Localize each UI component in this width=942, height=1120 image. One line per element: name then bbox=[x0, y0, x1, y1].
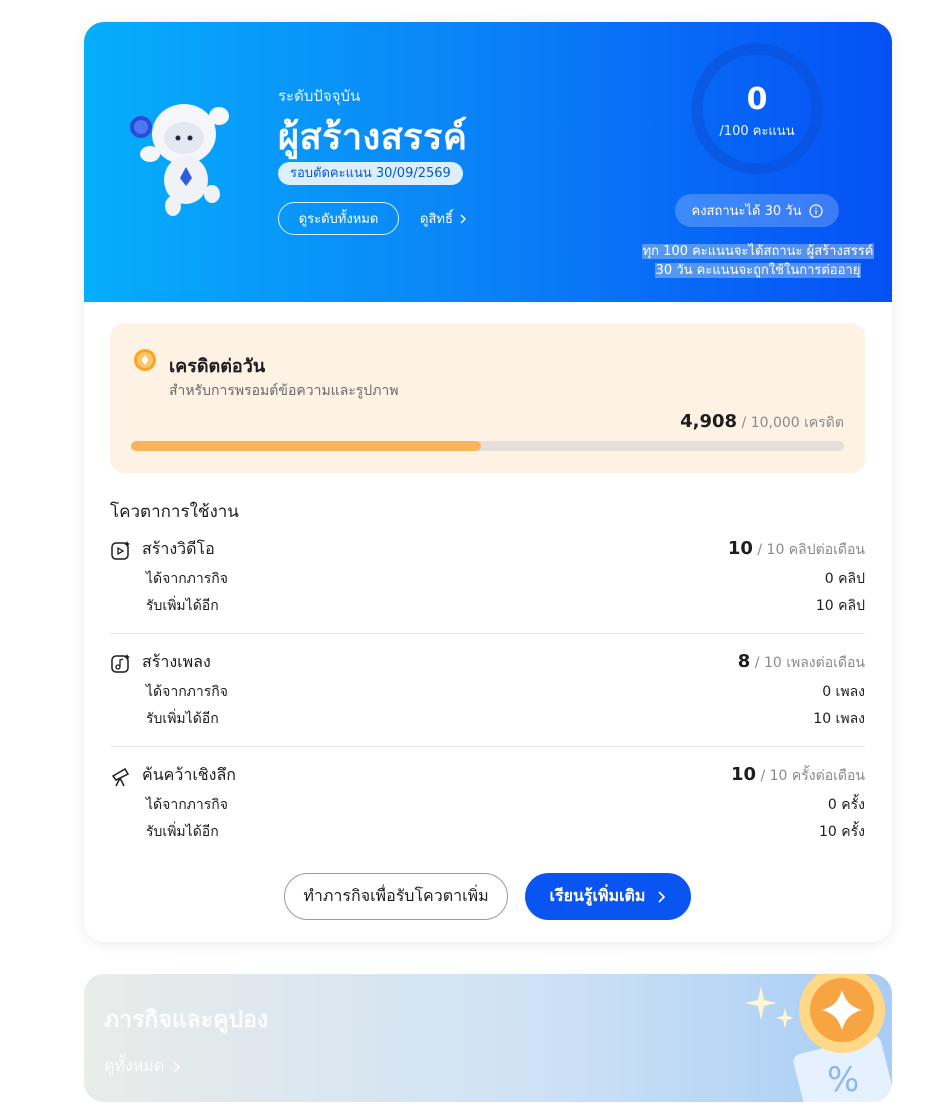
divider bbox=[110, 746, 865, 747]
score-value: 0 bbox=[746, 82, 768, 117]
divider bbox=[110, 633, 865, 634]
svg-text:%: % bbox=[827, 1060, 859, 1100]
membership-card: ระดับปัจจุบัน ผู้สร้างสรรค์ รอบตัดคะแนน … bbox=[84, 22, 892, 942]
missions-card-title: ภารกิจและคูปอง bbox=[104, 1007, 269, 1033]
current-level-label: ระดับปัจจุบัน bbox=[278, 87, 361, 105]
quota-used: 10 bbox=[727, 538, 753, 559]
view-all-levels-button[interactable]: ดูระดับทั้งหมด bbox=[278, 202, 399, 235]
view-rights-link[interactable]: ดูสิทธิ์ bbox=[420, 208, 467, 229]
quota-item-deep-research: ค้นคว้าเชิงลึก 10 / 10 ครั้งต่อเดือน ได้… bbox=[110, 748, 865, 848]
quota-row-from-missions: ได้จากภารกิจ 0 คลิป bbox=[146, 568, 865, 590]
row-value: 10 ครั้ง bbox=[819, 824, 865, 840]
row-label: รับเพิ่มได้อีก bbox=[146, 711, 219, 727]
row-label: ได้จากภารกิจ bbox=[146, 571, 228, 587]
row-value: 0 เพลง bbox=[822, 684, 865, 700]
level-hero: ระดับปัจจุบัน ผู้สร้างสรรค์ รอบตัดคะแนน … bbox=[84, 22, 892, 302]
quota-used: 10 bbox=[730, 764, 757, 785]
quota-row-from-missions: ได้จากภารกิจ 0 ครั้ง bbox=[146, 794, 865, 816]
view-rights-label: ดูสิทธิ์ bbox=[420, 212, 453, 227]
learn-more-button[interactable]: เรียนรู้เพิ่มเติม bbox=[525, 873, 691, 920]
row-value: 10 คลิป bbox=[815, 598, 865, 614]
credit-title: เครดิตต่อวัน bbox=[169, 356, 266, 377]
row-label: ได้จากภารกิจ bbox=[146, 684, 228, 700]
keep-status-badge[interactable]: คงสถานะได้ 30 วัน bbox=[675, 194, 839, 227]
quota-row-remaining: รับเพิ่มได้อีก 10 คลิป bbox=[146, 595, 865, 617]
coupon-illustration: % bbox=[745, 974, 892, 1102]
quota-row-from-missions: ได้จากภารกิจ 0 เพลง bbox=[146, 681, 865, 703]
missions-coupons-card[interactable]: ภารกิจและคูปอง ดูทั้งหมด % bbox=[84, 974, 892, 1102]
learn-more-label: เรียนรู้เพิ่มเติม bbox=[549, 886, 646, 905]
quota-name: ค้นคว้าเชิงลึก bbox=[142, 765, 236, 784]
daily-credit-panel: เครดิตต่อวัน สำหรับการพรอมต์ข้อความและรู… bbox=[110, 323, 865, 473]
credit-limit: / 10,000 เครดิต bbox=[741, 415, 844, 431]
quota-total: 10 / 10 คลิปต่อเดือน bbox=[728, 538, 865, 561]
status-note-line1: ทุก 100 คะแนนจะได้สถานะ ผู้สร้างสรรค์ bbox=[641, 244, 875, 259]
view-all-levels-label: ดูระดับทั้งหมด bbox=[298, 212, 379, 227]
quota-used: 8 bbox=[737, 651, 751, 672]
score-unit: /100 คะแนน bbox=[719, 124, 795, 139]
do-missions-label: ทำภารกิจเพื่อรับโควตาเพิ่ม bbox=[303, 886, 489, 905]
row-label: ได้จากภารกิจ bbox=[146, 797, 228, 813]
credit-count: 4,908 / 10,000 เครดิต bbox=[680, 411, 844, 434]
chevron-right-icon bbox=[658, 890, 666, 903]
credit-progress-fill bbox=[131, 441, 481, 451]
credit-used: 4,908 bbox=[680, 411, 738, 432]
row-label: รับเพิ่มได้อีก bbox=[146, 824, 219, 840]
video-icon bbox=[111, 541, 130, 560]
row-value: 0 คลิป bbox=[824, 571, 865, 587]
info-icon[interactable] bbox=[808, 203, 823, 218]
quota-name: สร้างเพลง bbox=[142, 652, 211, 671]
quota-name: สร้างวิดีโอ bbox=[142, 539, 215, 558]
coin-icon bbox=[134, 349, 156, 371]
missions-view-all-link[interactable]: ดูทั้งหมด bbox=[104, 1054, 181, 1079]
chevron-right-icon bbox=[460, 214, 466, 223]
quota-limit: / 10 คลิปต่อเดือน bbox=[757, 542, 865, 558]
cycle-date-badge: รอบตัดคะแนน 30/09/2569 bbox=[278, 162, 463, 185]
status-note-line2: 30 วัน คะแนนจะถูกใช้ในการต่ออายุ bbox=[654, 263, 862, 278]
row-value: 10 เพลง bbox=[813, 711, 865, 727]
quota-total: 10 / 10 ครั้งต่อเดือน bbox=[731, 764, 865, 787]
status-note: ทุก 100 คะแนนจะได้สถานะ ผู้สร้างสรรค์ 30… bbox=[640, 242, 876, 280]
telescope-icon bbox=[111, 767, 130, 787]
mascot-illustration bbox=[130, 104, 229, 216]
do-missions-button[interactable]: ทำภารกิจเพื่อรับโควตาเพิ่ม bbox=[284, 873, 508, 920]
quota-section-title: โควตาการใช้งาน bbox=[110, 502, 239, 522]
view-all-label: ดูทั้งหมด bbox=[104, 1056, 165, 1075]
quota-row-remaining: รับเพิ่มได้อีก 10 ครั้ง bbox=[146, 821, 865, 843]
quota-item-music: สร้างเพลง 8 / 10 เพลงต่อเดือน ได้จากภารก… bbox=[110, 635, 865, 747]
credit-progress-bar bbox=[131, 441, 844, 451]
credit-subtitle: สำหรับการพรอมต์ข้อความและรูปภาพ bbox=[169, 383, 399, 399]
chevron-right-icon bbox=[173, 1060, 181, 1073]
quota-limit: / 10 ครั้งต่อเดือน bbox=[760, 768, 865, 784]
quota-row-remaining: รับเพิ่มได้อีก 10 เพลง bbox=[146, 708, 865, 730]
quota-total: 8 / 10 เพลงต่อเดือน bbox=[738, 651, 865, 674]
quota-limit: / 10 เพลงต่อเดือน bbox=[754, 655, 865, 671]
quota-item-video: สร้างวิดีโอ 10 / 10 คลิปต่อเดือน ได้จากภ… bbox=[110, 522, 865, 634]
level-name: ผู้สร้างสรรค์ bbox=[278, 117, 468, 158]
row-label: รับเพิ่มได้อีก bbox=[146, 598, 219, 614]
music-icon bbox=[111, 654, 130, 673]
keep-status-label: คงสถานะได้ 30 วัน bbox=[691, 204, 802, 219]
row-value: 0 ครั้ง bbox=[827, 797, 865, 813]
